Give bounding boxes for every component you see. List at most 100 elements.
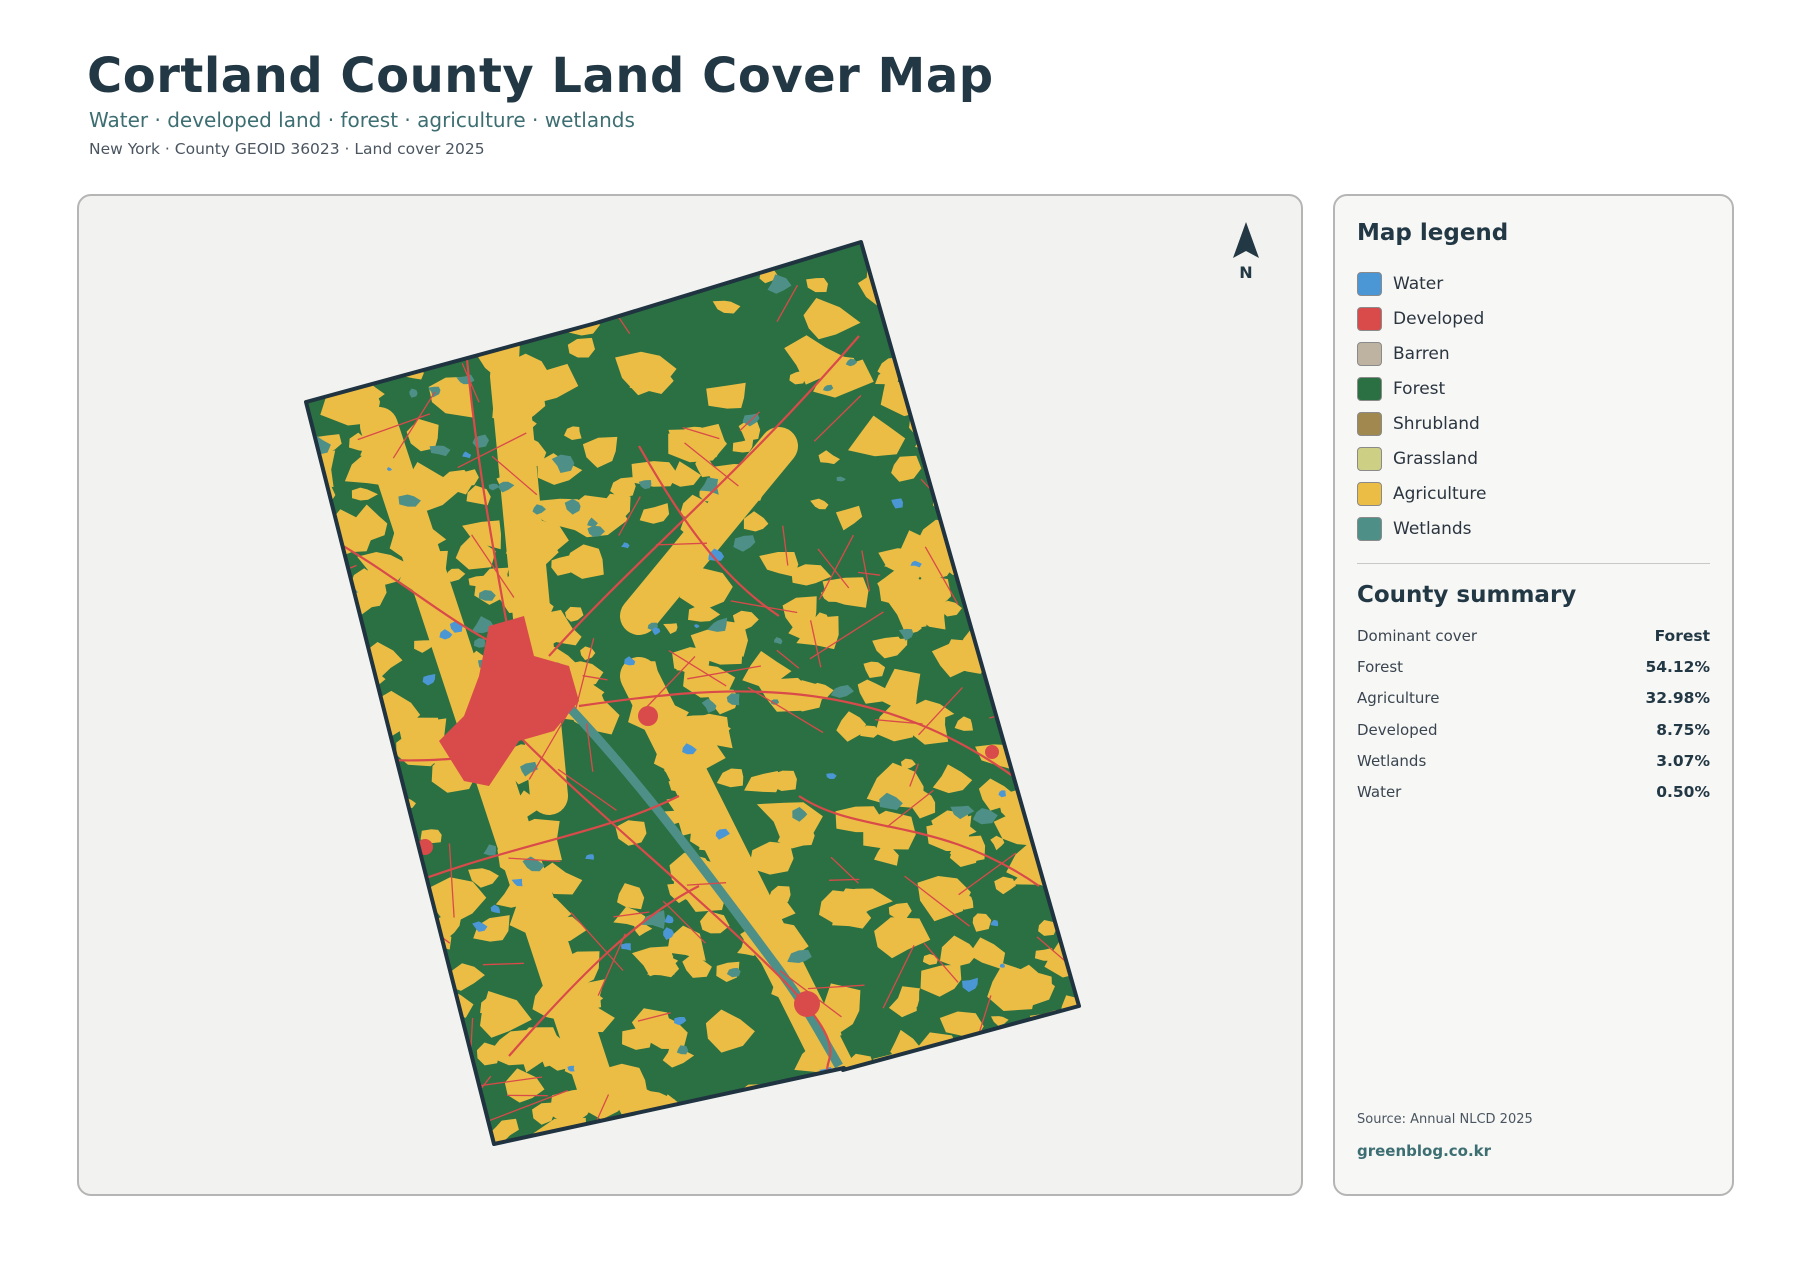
legend-label: Wetlands [1393, 518, 1472, 539]
local-road [986, 586, 1061, 592]
agriculture-patch [1005, 351, 1072, 386]
agriculture-patch [1071, 697, 1079, 736]
local-road [1022, 1112, 1078, 1126]
agriculture-patch [929, 256, 993, 300]
agriculture-patch [954, 522, 996, 558]
legend-label: Agriculture [1393, 483, 1487, 504]
agriculture-patch [1037, 727, 1071, 753]
credit-link[interactable]: greenblog.co.kr [1357, 1142, 1491, 1160]
agriculture-patch [306, 835, 314, 844]
summary-label: Forest [1357, 657, 1404, 676]
legend-swatch [1357, 446, 1382, 471]
agriculture-patch [347, 824, 396, 871]
water-body [403, 964, 420, 974]
agriculture-patch [1033, 249, 1061, 268]
agriculture-patch [982, 249, 1038, 286]
local-road [944, 1120, 974, 1144]
summary-value: 32.98% [1645, 689, 1710, 708]
agriculture-patch [306, 858, 324, 898]
agriculture-patch [448, 1130, 487, 1144]
agriculture-patch [956, 252, 1014, 298]
local-road [608, 281, 628, 302]
agriculture-patch [516, 274, 549, 302]
agriculture-patch [273, 528, 301, 552]
agriculture-patch [306, 858, 319, 880]
agriculture-patch [1071, 373, 1079, 396]
agriculture-patch [1006, 1123, 1027, 1136]
agriculture-patch [373, 892, 428, 930]
agriculture-patch [922, 365, 971, 405]
agriculture-patch [1032, 486, 1053, 505]
agriculture-patch [416, 999, 437, 1017]
wetland-patch [1054, 882, 1078, 899]
agriculture-patch [354, 925, 395, 953]
legend-item-agriculture: Agriculture [1357, 476, 1487, 511]
agriculture-patch [951, 1048, 1011, 1093]
water-body [1007, 720, 1013, 725]
agriculture-patch [562, 250, 599, 276]
side-panel: Map legend Water Developed Barren Forest Shr… [1333, 194, 1734, 1196]
water-body [559, 277, 574, 288]
agriculture-patch [273, 1093, 298, 1114]
agriculture-patch [979, 317, 1029, 354]
agriculture-patch [326, 327, 373, 367]
agriculture-patch [1005, 340, 1045, 365]
agriculture-patch [306, 800, 321, 848]
agriculture-patch [915, 419, 971, 454]
agriculture-patch [1064, 680, 1079, 715]
water-body [915, 315, 925, 323]
agriculture-patch [306, 969, 323, 998]
local-road [1028, 744, 1041, 785]
summary-row: Dominant cover Forest [1357, 620, 1710, 651]
agriculture-patch [882, 242, 921, 263]
water-body [945, 483, 957, 491]
agriculture-patch [310, 324, 347, 352]
wetland-patch [1049, 331, 1067, 348]
agriculture-patch [951, 258, 994, 283]
agriculture-patch [1060, 383, 1079, 410]
local-road [306, 1007, 341, 1036]
agriculture-patch [336, 894, 390, 943]
agriculture-patch [306, 761, 324, 787]
wetland-patch [952, 380, 964, 390]
agriculture-patch [1085, 817, 1109, 837]
agriculture-patch [394, 935, 421, 953]
agriculture-patch [314, 757, 334, 774]
water-body [395, 329, 402, 335]
agriculture-patch [367, 1084, 393, 1103]
legend-item-developed: Developed [1357, 301, 1487, 336]
wetland-patch [703, 261, 711, 268]
summary-title: County summary [1357, 582, 1577, 608]
agriculture-patch [988, 581, 1025, 608]
legend-item-wetlands: Wetlands [1357, 511, 1487, 546]
summary-value: 8.75% [1656, 720, 1710, 739]
map-panel[interactable]: N [77, 194, 1303, 1196]
agriculture-patch [957, 462, 1001, 502]
agriculture-patch [982, 350, 1028, 394]
summary-value: Forest [1654, 626, 1710, 645]
land-cover-map[interactable] [79, 196, 1301, 1194]
legend-label: Developed [1393, 308, 1485, 329]
local-road [306, 564, 357, 597]
agriculture-patch [1064, 800, 1079, 820]
agriculture-patch [1023, 452, 1051, 472]
summary-row: Water 0.50% [1357, 776, 1710, 807]
agriculture-patch [979, 539, 1038, 585]
agriculture-patch [842, 1087, 911, 1140]
agriculture-patch [374, 848, 417, 888]
agriculture-patch [556, 242, 589, 268]
agriculture-patch [519, 253, 549, 283]
agriculture-patch [366, 348, 385, 359]
wetland-patch [420, 992, 441, 1008]
agriculture-patch [488, 270, 534, 301]
agriculture-patch [306, 1098, 310, 1114]
agriculture-patch [971, 405, 999, 423]
agriculture-patch [369, 242, 421, 278]
local-road [369, 904, 390, 961]
agriculture-patch [306, 255, 308, 298]
wetland-patch [317, 357, 333, 375]
divider [1357, 563, 1710, 564]
agriculture-patch [308, 1034, 342, 1050]
agriculture-patch [308, 338, 332, 360]
summary-row: Agriculture 32.98% [1357, 683, 1710, 714]
